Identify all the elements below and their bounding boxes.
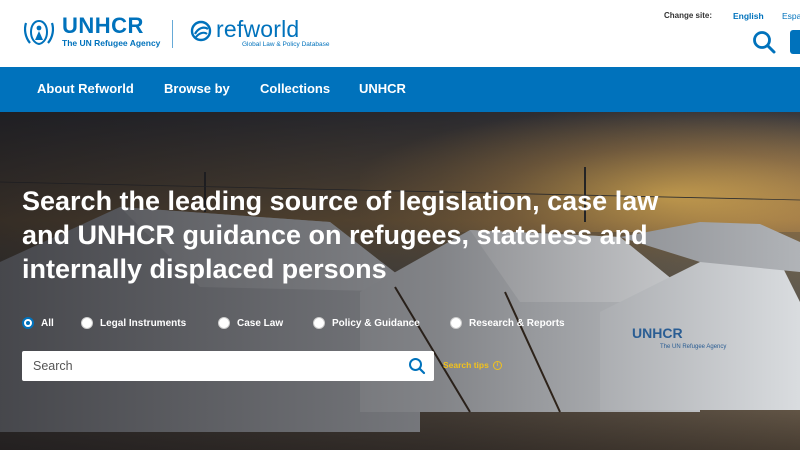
info-icon: i bbox=[492, 360, 502, 370]
main-nav: About Refworld Browse by Collections UNH… bbox=[0, 67, 800, 112]
nav-item-about-refworld[interactable]: About Refworld bbox=[37, 81, 134, 96]
language-english-link[interactable]: English bbox=[733, 11, 764, 21]
account-icon[interactable] bbox=[790, 30, 800, 54]
filter-all[interactable]: All bbox=[22, 317, 54, 329]
search-input[interactable] bbox=[22, 351, 402, 381]
radio-unchecked-icon bbox=[81, 317, 93, 329]
logo-divider bbox=[172, 20, 173, 48]
tent-unhcr-tagline: The UN Refugee Agency bbox=[660, 344, 727, 350]
search-icon[interactable] bbox=[751, 29, 777, 55]
refworld-emblem-icon bbox=[190, 20, 212, 42]
filter-label: Legal Instruments bbox=[100, 317, 187, 329]
nav-item-unhcr[interactable]: UNHCR bbox=[359, 81, 406, 96]
refworld-logo[interactable]: refworld Global Law & Policy Database bbox=[190, 18, 329, 48]
search-bar bbox=[22, 351, 434, 381]
nav-item-collections[interactable]: Collections bbox=[260, 81, 330, 96]
tent-unhcr-label: UNHCR bbox=[632, 325, 683, 341]
unhcr-tagline: The UN Refugee Agency bbox=[62, 38, 161, 48]
filter-label: All bbox=[41, 317, 54, 329]
site-header: UNHCR The UN Refugee Agency refworld Glo… bbox=[0, 0, 800, 67]
hero-headline: Search the leading source of legislation… bbox=[22, 186, 659, 284]
radio-unchecked-icon bbox=[450, 317, 462, 329]
radio-checked-icon bbox=[22, 317, 34, 329]
filter-research-reports[interactable]: Research & Reports bbox=[450, 317, 565, 329]
search-tips-link[interactable]: Search tips i bbox=[443, 360, 502, 370]
filter-label: Research & Reports bbox=[469, 317, 565, 329]
refworld-tagline: Global Law & Policy Database bbox=[242, 41, 330, 48]
unhcr-logo[interactable]: UNHCR The UN Refugee Agency bbox=[22, 13, 161, 48]
unhcr-name: UNHCR bbox=[62, 13, 144, 38]
change-site-label: Change site: bbox=[664, 11, 713, 20]
unhcr-emblem-icon bbox=[23, 19, 55, 46]
filter-case-law[interactable]: Case Law bbox=[218, 317, 283, 329]
refworld-name: refworld bbox=[216, 16, 300, 42]
filter-label: Policy & Guidance bbox=[332, 317, 420, 329]
search-tips-label: Search tips bbox=[443, 360, 489, 370]
nav-item-browse-by[interactable]: Browse by bbox=[164, 81, 230, 96]
radio-unchecked-icon bbox=[313, 317, 325, 329]
search-submit-icon[interactable] bbox=[408, 357, 426, 375]
radio-unchecked-icon bbox=[218, 317, 230, 329]
filter-legal-instruments[interactable]: Legal Instruments bbox=[81, 317, 186, 329]
language-espanol-link[interactable]: Espa bbox=[782, 11, 800, 21]
filter-policy-guidance[interactable]: Policy & Guidance bbox=[313, 317, 420, 329]
filter-label: Case Law bbox=[237, 317, 284, 329]
